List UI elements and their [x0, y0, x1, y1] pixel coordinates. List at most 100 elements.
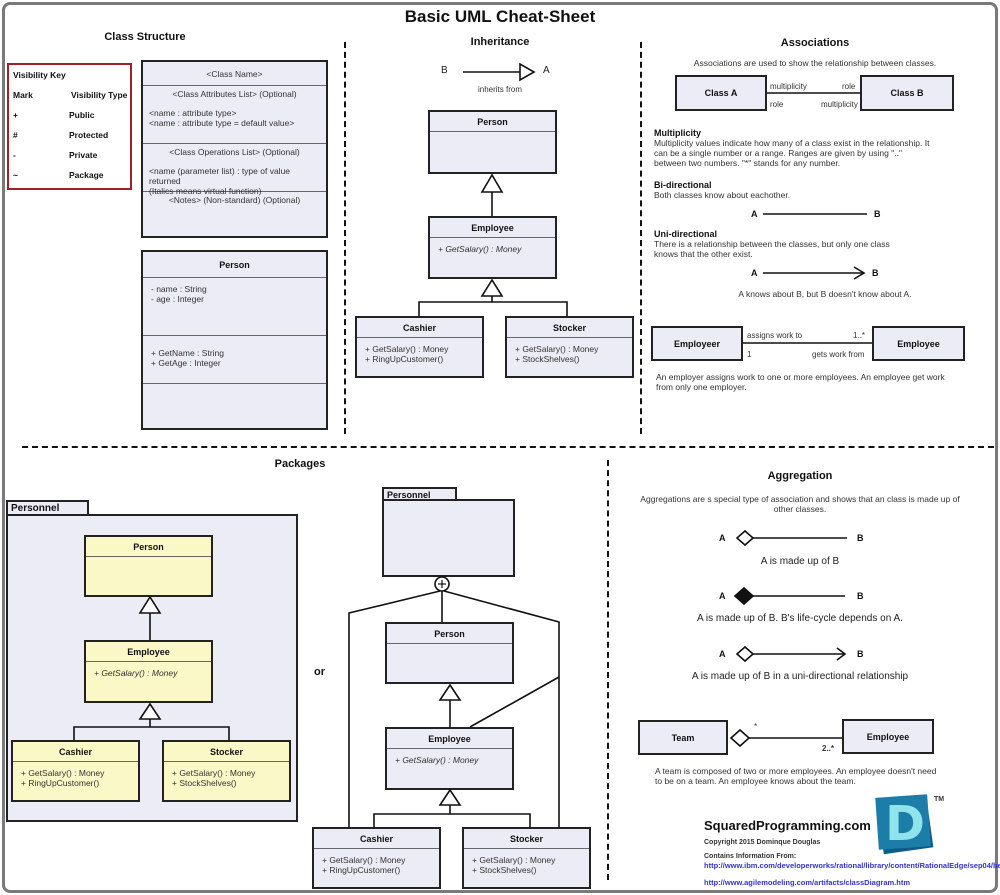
- employer-box: Employeer: [651, 326, 743, 361]
- legend-a: A: [543, 65, 550, 76]
- class-a-box: Class A: [675, 75, 767, 111]
- mark-protected: #: [13, 130, 18, 140]
- agg2-caption: A is made up of B. B's life-cycle depend…: [697, 613, 903, 624]
- pkg-class-person: Person: [84, 535, 213, 597]
- agg1-b: B: [857, 533, 864, 543]
- operation-line: + GetAge : Integer: [151, 358, 221, 368]
- class-name: Stocker: [164, 742, 289, 762]
- pkg-class-cashier: Cashier + GetSalary() : Money + RingUpCu…: [11, 740, 140, 802]
- class-person-example: Person - name : String - age : Integer +…: [141, 250, 328, 430]
- agg2-a: A: [719, 591, 726, 601]
- class-name: Person: [143, 252, 326, 278]
- section-heading-aggregation: Aggregation: [767, 470, 833, 482]
- trademark: TM: [934, 796, 945, 803]
- class-name: Stocker: [464, 829, 589, 849]
- operation-line: + GetSalary() : Money: [172, 768, 256, 778]
- class-cashier: Cashier + GetSalary() : Money + RingUpCu…: [355, 316, 484, 378]
- contains-label: Contains Information From:: [704, 853, 797, 860]
- pkg-class-employee: Employee + GetSalary() : Money: [84, 640, 213, 703]
- operation-line: + StockShelves(): [172, 778, 237, 788]
- agg3-caption: A is made up of B in a uni-directional r…: [691, 671, 909, 682]
- unidir-caption: A knows about B, but B doesn't know abou…: [738, 289, 912, 299]
- class-b-box: Class B: [860, 75, 954, 111]
- bidir-a: A: [751, 209, 758, 219]
- bidirectional-text: Both classes know about eachother.: [654, 190, 791, 200]
- class-operations: + GetName : String + GetAge : Integer: [143, 336, 326, 384]
- class-name: Person: [387, 624, 512, 644]
- class-template: <Class Name> <Class Attributes List> (Op…: [141, 60, 328, 238]
- class-employee: Employee + GetSalary() : Money: [428, 216, 557, 279]
- template-attributes: <Class Attributes List> (Optional) <name…: [143, 86, 326, 144]
- operation-line: + GetSalary() : Money: [395, 755, 479, 765]
- nested-class-stocker: Stocker + GetSalary() : Money + StockShe…: [462, 827, 591, 889]
- attributes-header: <Class Attributes List> (Optional): [172, 89, 297, 99]
- visibility-key-title: Visibility Key: [13, 70, 66, 80]
- logo-letter: D: [885, 796, 925, 852]
- agg1-caption: A is made up of B: [760, 556, 840, 567]
- class-name: Person: [86, 537, 211, 557]
- section-heading-associations: Associations: [780, 37, 850, 49]
- section-heading-inheritance: Inheritance: [470, 36, 530, 48]
- divider: [607, 460, 609, 880]
- operation-line: + GetSalary() : Money: [515, 344, 599, 354]
- class-stocker: Stocker + GetSalary() : Money + StockShe…: [505, 316, 634, 378]
- package-personnel-nested: [382, 499, 515, 577]
- operation-line: + RingUpCustomer(): [365, 354, 444, 364]
- operation-line: <name (parameter list) : type of value r…: [149, 166, 291, 186]
- mark-public: +: [13, 110, 18, 120]
- col-type: Visibility Type: [71, 90, 128, 100]
- bidirectional-title: Bi-directional: [654, 180, 712, 190]
- unidirectional-title: Uni-directional: [654, 229, 718, 239]
- link-ibm[interactable]: http://www.ibm.com/developerworks/ration…: [704, 861, 1000, 870]
- associations-intro: Associations are used to show the relati…: [693, 58, 937, 68]
- col-mark: Mark: [13, 90, 33, 100]
- type-private: Private: [69, 150, 98, 160]
- assoc-bottom-left: role: [770, 100, 784, 109]
- assoc-bottom-right: multiplicity: [821, 100, 858, 109]
- assoc-top-left: multiplicity: [770, 82, 807, 91]
- copyright: Copyright 2015 Dominque Douglas: [704, 839, 821, 846]
- legend-caption: inherits from: [477, 85, 522, 94]
- type-public: Public: [69, 110, 95, 120]
- operation-line: + GetSalary() : Money: [472, 855, 556, 865]
- attribute-line: <name : attribute type>: [149, 108, 237, 118]
- operation-line: + GetSalary() : Money: [438, 244, 522, 254]
- unidir-b: B: [872, 268, 879, 278]
- attribute-line: - age : Integer: [151, 294, 204, 304]
- agg2-b: B: [857, 591, 864, 601]
- class-name: Cashier: [13, 742, 138, 762]
- divider: [22, 446, 994, 448]
- class-name: Person: [430, 112, 555, 132]
- type-protected: Protected: [69, 130, 109, 140]
- class-name: Cashier: [357, 318, 482, 338]
- type-package: Package: [69, 170, 104, 180]
- agg3-a: A: [719, 649, 726, 659]
- multiplicity-text: Multiplicity values indicate how many of…: [654, 138, 930, 168]
- class-person: Person: [428, 110, 557, 174]
- agg3-b: B: [857, 649, 864, 659]
- nested-class-cashier: Cashier + GetSalary() : Money + RingUpCu…: [312, 827, 441, 889]
- class-name: Cashier: [314, 829, 439, 849]
- nested-class-person: Person: [385, 622, 514, 684]
- team-box: Team: [638, 720, 728, 755]
- operation-line: + RingUpCustomer(): [322, 865, 401, 875]
- nested-class-employee: Employee + GetSalary() : Money: [385, 727, 514, 790]
- operation-line: + GetName : String: [151, 348, 224, 358]
- operation-line: + GetSalary() : Money: [365, 344, 449, 354]
- logo-icon: D: [875, 794, 934, 855]
- mult-many: 1..*: [853, 331, 866, 340]
- team-example-text: A team is composed of two or more employ…: [655, 766, 937, 786]
- class-name: Employee: [387, 729, 512, 749]
- pkg-class-stocker: Stocker + GetSalary() : Money + StockShe…: [162, 740, 291, 802]
- employee-box: Employee: [872, 326, 965, 361]
- link-agilemodeling[interactable]: http://www.agilemodeling.com/artifacts/c…: [704, 878, 910, 887]
- template-operations: <Class Operations List> (Optional) <name…: [143, 144, 326, 196]
- divider: [640, 42, 642, 434]
- section-heading-packages: Packages: [274, 458, 326, 470]
- unidirectional-text: There is a relationship between the clas…: [654, 239, 890, 259]
- class-attributes: - name : String - age : Integer: [143, 278, 326, 336]
- legend-b: B: [441, 65, 448, 76]
- attribute-line: - name : String: [151, 284, 207, 294]
- operation-line: + StockShelves(): [515, 354, 580, 364]
- section-heading-class-structure: Class Structure: [104, 31, 186, 43]
